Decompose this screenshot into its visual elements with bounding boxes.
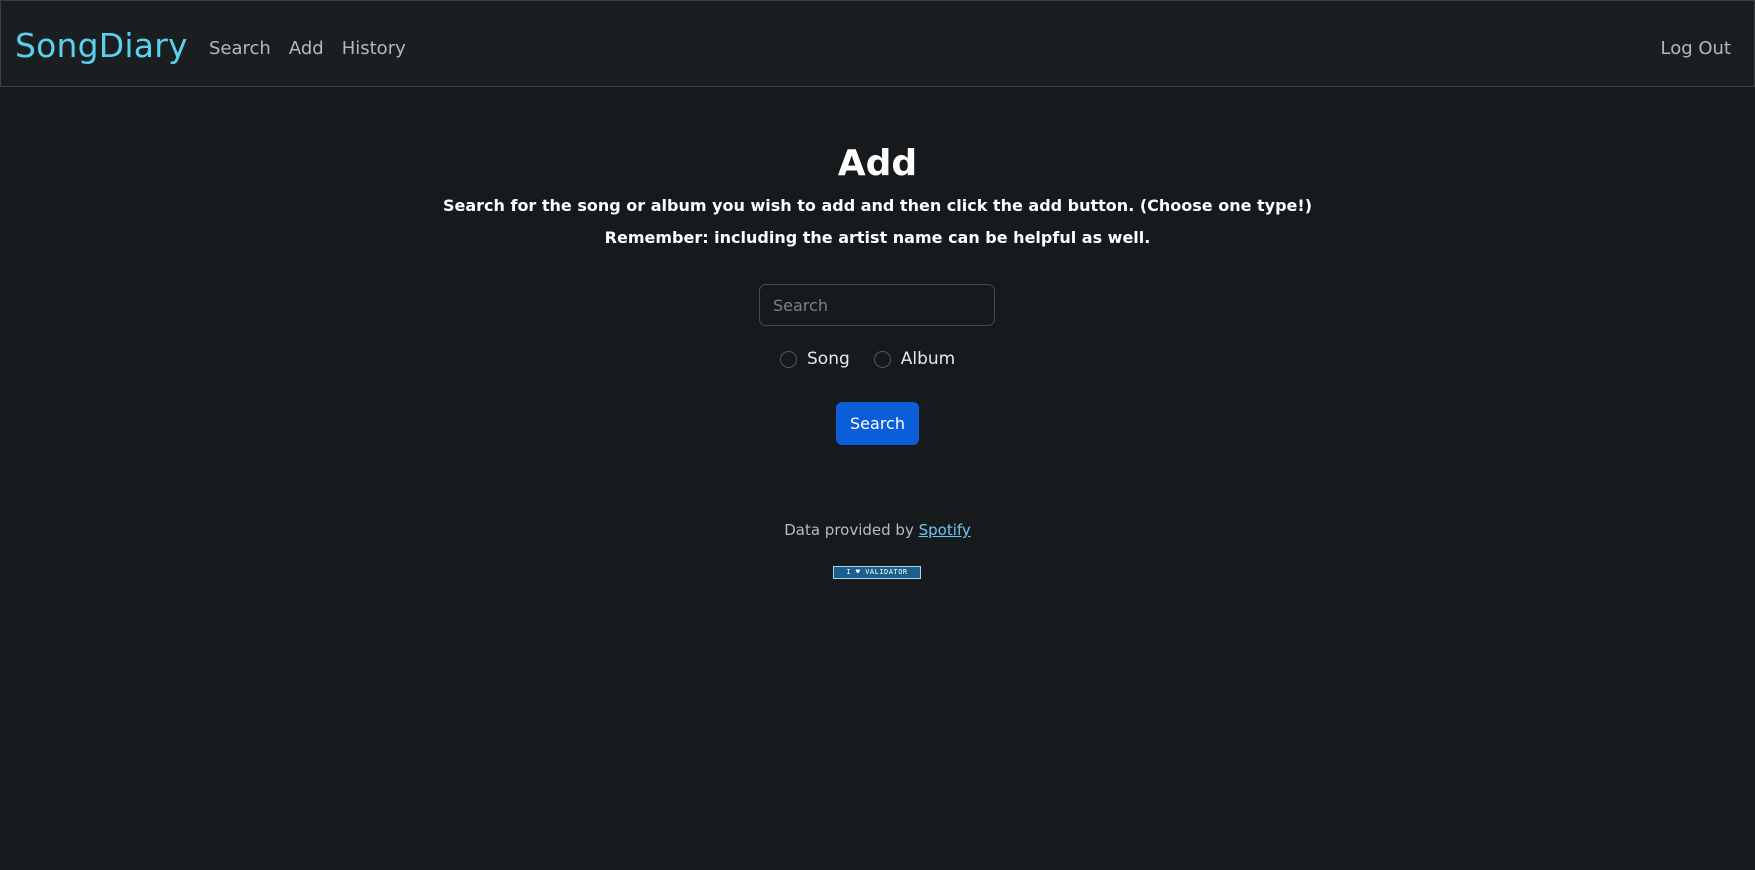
credit-prefix: Data provided by [784, 521, 919, 539]
nav-link-search[interactable]: Search [209, 38, 271, 60]
instruction-text: Search for the song or album you wish to… [442, 196, 1313, 215]
nav-link-add[interactable]: Add [289, 38, 324, 60]
song-radio-option[interactable]: Song [780, 349, 850, 369]
hint-text: Remember: including the artist name can … [604, 228, 1151, 247]
album-radio[interactable] [873, 350, 891, 368]
logout-link[interactable]: Log Out [1660, 38, 1731, 60]
brand-link[interactable]: SongDiary [15, 27, 188, 65]
page-title: Add [837, 143, 918, 184]
album-radio-option[interactable]: Album [873, 349, 956, 369]
spotify-link[interactable]: Spotify [919, 521, 971, 539]
song-radio-label: Song [807, 349, 850, 369]
data-credit: Data provided by Spotify [0, 521, 1755, 539]
type-radio-group: Song Album [780, 349, 955, 369]
navbar: SongDiary Search Add History Log Out [0, 0, 1755, 87]
song-radio[interactable] [780, 350, 797, 368]
search-button[interactable]: Search [836, 402, 919, 445]
validator-badge[interactable]: I ♥ VALIDATOR [833, 566, 921, 579]
search-input[interactable] [759, 284, 995, 326]
album-radio-label: Album [900, 349, 956, 369]
nav-link-history[interactable]: History [342, 38, 406, 60]
nav-links: Search Add History [209, 38, 406, 60]
